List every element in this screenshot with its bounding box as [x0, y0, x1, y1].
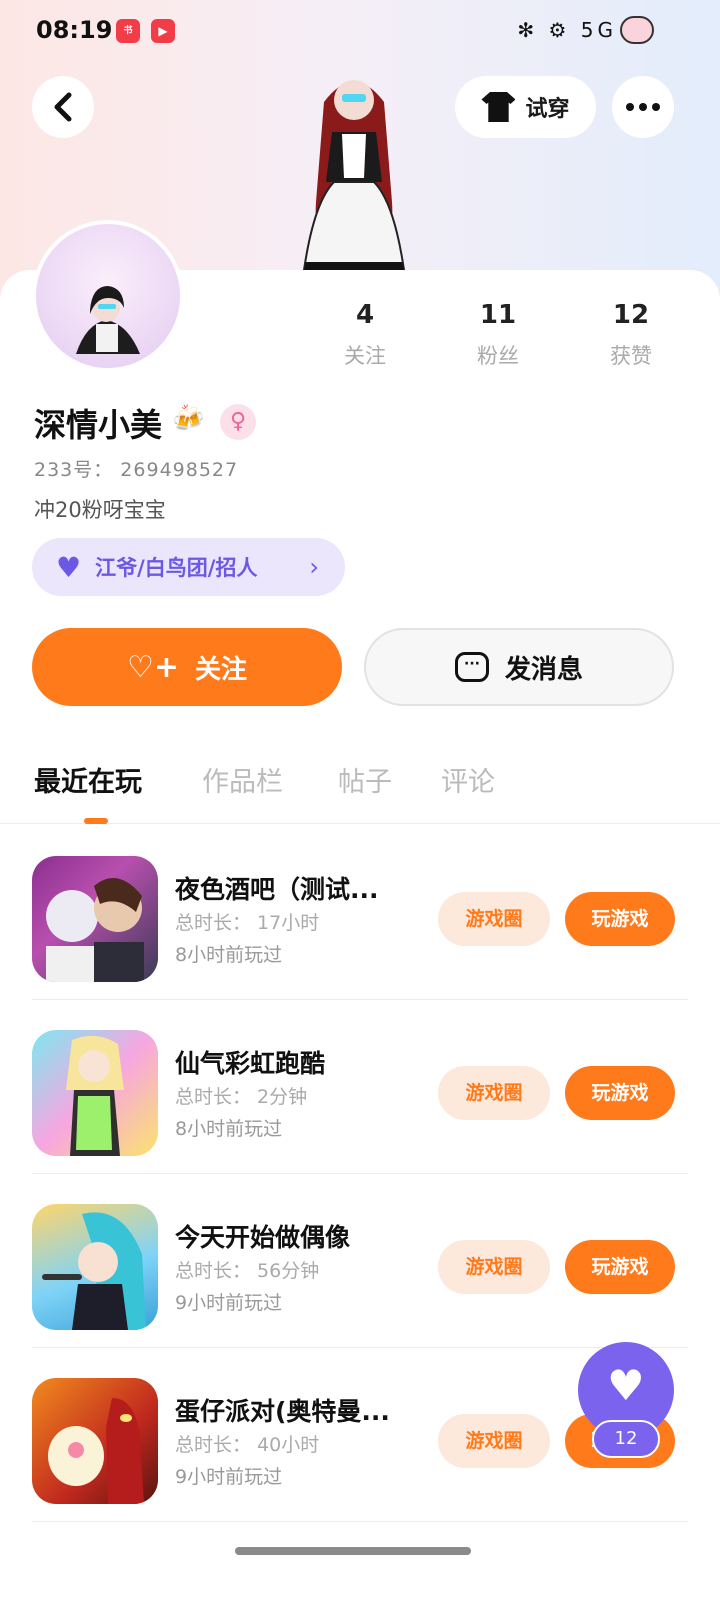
stat-label: 粉丝 — [477, 344, 519, 368]
game-duration: 总时长： 17小时 — [175, 912, 320, 934]
game-title: 今天开始做偶像 — [175, 1223, 351, 1252]
group-heart-icon: ♥ — [56, 550, 82, 584]
game-thumbnail[interactable] — [32, 1030, 158, 1156]
game-last-played: 8小时前玩过 — [175, 944, 283, 966]
female-gender-icon: ♀ — [220, 404, 256, 440]
tab-works[interactable]: 作品栏 — [202, 760, 283, 799]
stat-followers[interactable]: 11 粉丝 — [438, 300, 558, 370]
back-button[interactable] — [32, 76, 94, 138]
stat-following[interactable]: 4 关注 — [305, 300, 425, 370]
video-notification-icon: ▶ — [151, 19, 175, 43]
active-tab-indicator — [84, 818, 108, 824]
game-duration: 总时长： 2分钟 — [175, 1086, 308, 1108]
more-button[interactable] — [612, 76, 674, 138]
message-button[interactable]: ··· 发消息 — [364, 628, 674, 706]
divider — [32, 1521, 688, 1522]
game-thumbnail[interactable] — [32, 1204, 158, 1330]
game-title: 仙气彩虹跑酷 — [175, 1049, 326, 1078]
game-row[interactable]: 今天开始做偶像 总时长： 56分钟 9小时前玩过 游戏圈 玩游戏 — [0, 1174, 720, 1348]
heart-plus-icon: ♡+ — [126, 649, 179, 685]
try-on-button[interactable]: 试穿 — [455, 76, 596, 138]
game-art — [66, 1035, 124, 1156]
like-count-badge: 12 — [592, 1420, 660, 1458]
tshirt-icon — [481, 92, 516, 122]
heart-icon: ♥ — [607, 1360, 645, 1410]
stat-likes[interactable]: 12 获赞 — [571, 300, 691, 370]
play-game-button[interactable]: 玩游戏 — [565, 1066, 675, 1120]
content-tabs: 最近在玩 作品栏 帖子 评论 — [0, 756, 720, 824]
chevron-right-icon: › — [309, 553, 319, 581]
battery-icon — [620, 16, 654, 44]
stat-value: 11 — [479, 300, 517, 330]
chevron-left-icon — [54, 92, 72, 122]
play-game-button[interactable]: 玩游戏 — [565, 1240, 675, 1294]
game-row[interactable]: 仙气彩虹跑酷 总时长： 2分钟 8小时前玩过 游戏圈 玩游戏 — [0, 1000, 720, 1174]
game-thumbnail[interactable] — [32, 856, 158, 982]
follow-label: 关注 — [195, 654, 248, 685]
follow-button[interactable]: ♡+ 关注 — [32, 628, 342, 706]
game-circle-button[interactable]: 游戏圈 — [438, 1414, 550, 1468]
stat-value: 4 — [355, 300, 375, 330]
game-circle-button[interactable]: 游戏圈 — [438, 1066, 550, 1120]
chat-bubble-icon: ··· — [454, 652, 489, 682]
status-bar: 08:19 书 ▶ ✻ ⚙ 5G ıll — [0, 0, 720, 64]
game-last-played: 9小时前玩过 — [175, 1292, 283, 1314]
game-art — [48, 1398, 144, 1504]
game-title: 蛋仔派对(奥特曼... — [175, 1397, 390, 1426]
stat-value: 12 — [612, 300, 650, 330]
tab-comments[interactable]: 评论 — [441, 760, 495, 799]
message-label: 发消息 — [504, 654, 583, 685]
tab-posts[interactable]: 帖子 — [338, 760, 392, 799]
game-art — [46, 878, 144, 982]
xiaohongshu-notification-icon: 书 — [116, 19, 140, 43]
avatar-character-figure[interactable] — [284, 62, 424, 270]
user-id: 233号： 269498527 — [34, 459, 239, 481]
avatar[interactable] — [32, 220, 184, 372]
stat-label: 关注 — [344, 344, 386, 368]
try-on-label: 试穿 — [525, 97, 570, 122]
game-art — [42, 1212, 146, 1330]
game-row[interactable]: 夜色酒吧（测试... 总时长： 17小时 8小时前玩过 游戏圈 玩游戏 — [0, 826, 720, 1000]
game-title: 夜色酒吧（测试... — [175, 875, 379, 904]
game-circle-button[interactable]: 游戏圈 — [438, 892, 550, 946]
game-circle-button[interactable]: 游戏圈 — [438, 1240, 550, 1294]
game-last-played: 8小时前玩过 — [175, 1118, 283, 1140]
bio: 冲20粉呀宝宝 — [34, 498, 166, 522]
game-thumbnail[interactable] — [32, 1378, 158, 1504]
beer-emoji-icon: 🍻 — [172, 404, 205, 434]
tab-recent-play[interactable]: 最近在玩 — [34, 760, 142, 799]
stat-label: 获赞 — [610, 344, 652, 368]
status-time: 08:19 — [36, 16, 113, 44]
game-duration: 总时长： 40小时 — [175, 1434, 320, 1456]
group-label: 江爷/白鸟团/招人 — [95, 556, 258, 580]
game-last-played: 9小时前玩过 — [175, 1466, 283, 1488]
game-duration: 总时长： 56分钟 — [175, 1260, 320, 1282]
more-horizontal-icon — [626, 103, 660, 111]
home-indicator[interactable] — [235, 1547, 471, 1555]
avatar-portrait — [76, 286, 140, 354]
play-game-button[interactable]: 玩游戏 — [565, 892, 675, 946]
group-chip[interactable]: ♥ 江爷/白鸟团/招人 › — [32, 538, 345, 596]
nickname: 深情小美 — [34, 406, 163, 444]
